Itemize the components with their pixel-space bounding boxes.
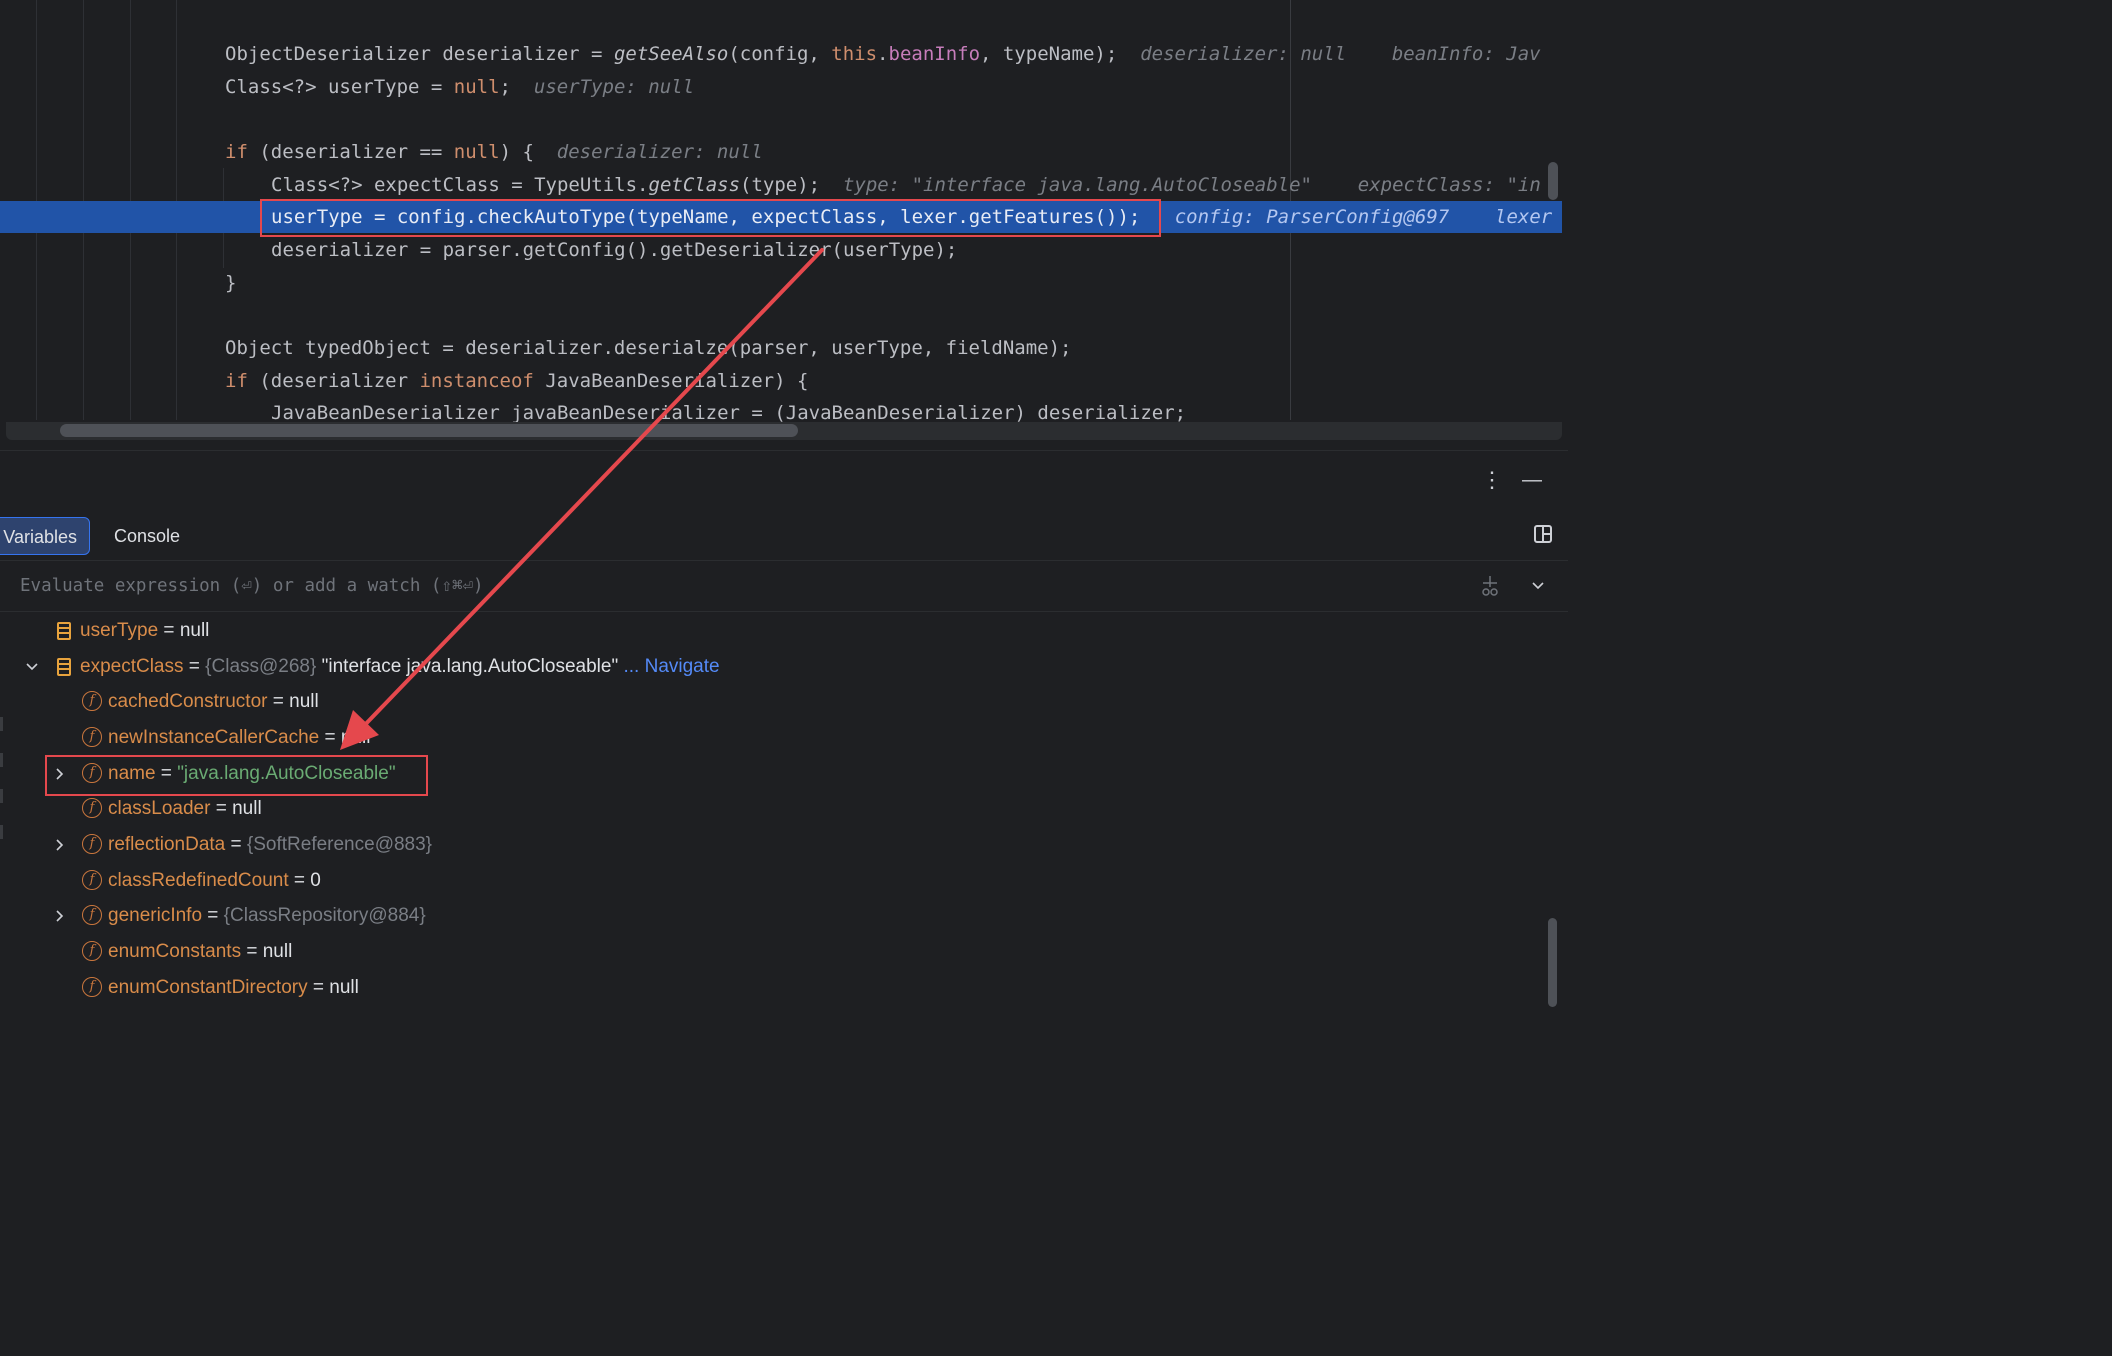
- code-line-current: userType = config.checkAutoType(typeName…: [271, 206, 1553, 228]
- code-line: }: [225, 272, 237, 294]
- tab-console[interactable]: Console: [114, 517, 180, 555]
- field-icon: f: [82, 834, 102, 854]
- chevron-right-icon[interactable]: [53, 838, 67, 852]
- field-icon: f: [82, 727, 102, 747]
- field-icon: f: [82, 798, 102, 818]
- code-line: Object typedObject = deserializer.deseri…: [225, 337, 1072, 359]
- field-icon: f: [82, 941, 102, 961]
- field-icon: f: [82, 905, 102, 925]
- debug-tabs: Variables Console: [0, 514, 1568, 561]
- code-line: Class<?> expectClass = TypeUtils.getClas…: [271, 174, 1541, 196]
- inline-debug-hint: userType: null: [533, 76, 695, 98]
- field-icon: f: [82, 763, 102, 783]
- more-vertical-icon[interactable]: ⋮: [1480, 465, 1504, 495]
- variables-vertical-scrollbar[interactable]: [1548, 918, 1557, 1007]
- field-icon: f: [82, 691, 102, 711]
- minimize-icon[interactable]: —: [1520, 465, 1544, 495]
- variables-tree: userType = null expectClass = {Class@268…: [0, 613, 1568, 1008]
- gutter-marker: [0, 753, 3, 767]
- add-watch-icon[interactable]: [1480, 575, 1500, 597]
- tab-variables[interactable]: Variables: [0, 517, 90, 555]
- local-variable-icon: [57, 658, 71, 676]
- layout-icon[interactable]: [1534, 525, 1552, 543]
- chevron-right-icon[interactable]: [53, 767, 67, 781]
- debug-tool-window: ⋮ — Variables Console userType = null: [0, 450, 1568, 1008]
- evaluate-expression-input[interactable]: [20, 561, 1420, 611]
- inline-debug-hint: beanInfo: Jav: [1391, 43, 1541, 65]
- chevron-down-icon[interactable]: [1528, 575, 1548, 597]
- field-icon: f: [82, 870, 102, 890]
- gutter-marker: [0, 825, 3, 839]
- inline-debug-hint: expectClass: "in: [1357, 174, 1541, 196]
- code-line: if (deserializer instanceof JavaBeanDese…: [225, 370, 809, 392]
- inline-debug-hint: lexer: [1495, 206, 1553, 228]
- field-icon: f: [82, 977, 102, 997]
- inline-debug-hint: type: "interface java.lang.AutoCloseable…: [842, 174, 1312, 196]
- gutter-marker: [0, 717, 3, 731]
- code-line: Class<?> userType = null; userType: null: [225, 76, 695, 98]
- chevron-down-icon[interactable]: [25, 660, 39, 674]
- navigate-link[interactable]: ... Navigate: [623, 656, 719, 677]
- editor-horizontal-scrollbar-thumb[interactable]: [60, 424, 798, 437]
- code-editor[interactable]: ObjectDeserializer deserializer = getSee…: [0, 0, 1568, 443]
- local-variable-icon: [57, 622, 71, 640]
- inline-debug-hint: deserializer: null: [1140, 43, 1347, 65]
- editor-vertical-scrollbar[interactable]: [1548, 162, 1558, 200]
- inline-debug-hint: deserializer: null: [556, 141, 763, 163]
- gutter-marker: [0, 789, 3, 803]
- inline-debug-hint: config: ParserConfig@697: [1174, 206, 1450, 228]
- code-line: ObjectDeserializer deserializer = getSee…: [225, 43, 1541, 65]
- chevron-right-icon[interactable]: [53, 909, 67, 923]
- code-line: if (deserializer == null) { deserializer…: [225, 141, 763, 163]
- evaluate-expression-bar: [0, 561, 1568, 612]
- code-line: deserializer = parser.getConfig().getDes…: [271, 239, 958, 261]
